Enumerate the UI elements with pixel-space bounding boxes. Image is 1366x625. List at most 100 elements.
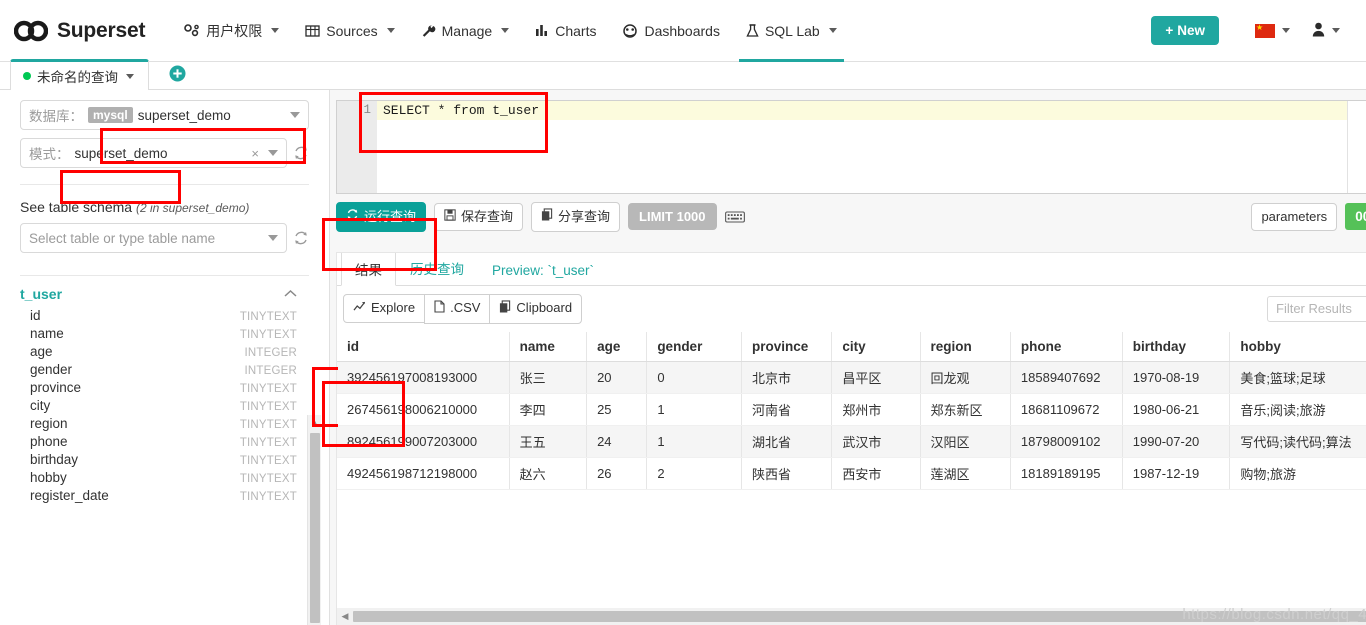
wrench-icon	[421, 24, 436, 38]
limit-dropdown[interactable]: LIMIT 1000	[628, 203, 717, 231]
scroll-left-arrow-icon[interactable]: ◀	[337, 611, 353, 622]
schema-select[interactable]: 模式： superset_demo ×	[20, 138, 287, 168]
results-table-cell: 河南省	[741, 393, 833, 426]
results-table-cell: 郑州市	[831, 393, 921, 426]
file-icon	[434, 300, 445, 318]
results-column-header[interactable]: gender	[646, 331, 742, 362]
brand-name: Superset	[57, 18, 146, 42]
see-table-schema-text: See table schema	[20, 199, 133, 215]
parameters-button[interactable]: parameters	[1251, 202, 1338, 232]
explore-button[interactable]: Explore	[343, 294, 426, 324]
results-table-cell: 25	[586, 393, 648, 426]
left-panel: 数据库： mysql superset_demo 模式： superset_de…	[0, 90, 330, 625]
results-column-header[interactable]: age	[586, 331, 648, 362]
results-table-cell: 18589407692	[1010, 361, 1123, 394]
table-column-row[interactable]: birthday TINYTEXT	[20, 450, 329, 468]
nav-item-sql-lab[interactable]: SQL Lab	[733, 0, 850, 62]
sql-code-area[interactable]: SELECT * from t_user	[377, 101, 1347, 193]
results-table-cell: 20	[586, 361, 648, 394]
results-tab[interactable]: 结果	[341, 252, 396, 286]
table-column-row[interactable]: register_date TINYTEXT	[20, 486, 329, 504]
nav-item-permissions[interactable]: 用户权限	[171, 0, 292, 62]
results-table-body: 392456197008193000 张三 20 0 北京市 昌平区 回龙观 18589407…	[337, 361, 1366, 490]
brand[interactable]: Superset	[14, 19, 145, 43]
share-query-label: 分享查询	[558, 208, 611, 224]
results-column-header[interactable]: birthday	[1122, 331, 1231, 362]
hscrollbar-thumb[interactable]	[353, 611, 1366, 622]
table-column-row[interactable]: province TINYTEXT	[20, 378, 329, 396]
table-column-row[interactable]: gender INTEGER	[20, 360, 329, 378]
user-menu[interactable]	[1304, 22, 1348, 40]
toolbar-right: parameters 00:00:00.25	[1251, 202, 1366, 232]
results-table-cell: 音乐;阅读;旅游	[1229, 393, 1366, 426]
results-horizontal-scrollbar[interactable]: ◀	[337, 608, 1366, 625]
column-type: TINYTEXT	[239, 454, 297, 467]
table-column-row[interactable]: age INTEGER	[20, 342, 329, 360]
table-column-row[interactable]: name TINYTEXT	[20, 324, 329, 342]
table-column-row[interactable]: id TINYTEXT	[20, 306, 329, 324]
scrollbar-thumb[interactable]	[310, 433, 320, 623]
clear-x-icon[interactable]: ×	[251, 146, 263, 161]
permissions-icon	[184, 23, 200, 38]
sql-active-line[interactable]: SELECT * from t_user	[377, 101, 1347, 120]
table-refresh-icon[interactable]	[293, 230, 309, 246]
column-name: hobby	[30, 469, 67, 485]
results-column-header[interactable]: city	[831, 331, 921, 362]
nav-item-sources[interactable]: Sources	[292, 0, 407, 62]
results-tab[interactable]: Preview: `t_user`	[478, 256, 608, 285]
table-column-row[interactable]: city TINYTEXT	[20, 396, 329, 414]
results-column-header[interactable]: id	[337, 331, 510, 362]
sql-text: SELECT * from t_user	[383, 103, 540, 118]
navbar-right: + New	[1151, 16, 1348, 45]
results-column-header[interactable]: region	[920, 331, 1011, 362]
share-query-button[interactable]: 分享查询	[531, 202, 621, 232]
editor-minimap[interactable]	[1347, 101, 1366, 193]
csv-button[interactable]: .CSV	[424, 293, 491, 324]
schema-refresh-icon[interactable]	[293, 145, 309, 161]
table-column-row[interactable]: region TINYTEXT	[20, 414, 329, 432]
save-query-button[interactable]: 保存查询	[434, 202, 524, 232]
filter-results-input[interactable]	[1267, 295, 1366, 322]
nav-item-dashboards[interactable]: Dashboards	[609, 0, 733, 62]
results-table: id name age gender province city region phone bi…	[337, 331, 1366, 490]
chevron-up-icon[interactable]	[284, 287, 297, 301]
results-table-cell: 王五	[509, 425, 588, 458]
left-panel-scrollbar[interactable]: ▲ ▼	[307, 415, 321, 625]
database-select[interactable]: 数据库： mysql superset_demo	[20, 100, 309, 130]
results-column-header[interactable]: phone	[1010, 331, 1123, 362]
results-table-cell: 购物;旅游	[1229, 457, 1366, 490]
query-tab-active[interactable]: 未命名的查询	[10, 59, 149, 90]
clipboard-button[interactable]: Clipboard	[489, 293, 583, 324]
new-button[interactable]: + New	[1151, 16, 1219, 45]
table-column-row[interactable]: hobby TINYTEXT	[20, 468, 329, 486]
results-tab[interactable]: 历史查询	[396, 253, 478, 285]
results-column-header[interactable]: name	[509, 331, 588, 362]
clipboard-icon	[499, 300, 511, 318]
nav-item-charts[interactable]: Charts	[522, 0, 609, 62]
results-table-cell: 892456199007203000	[337, 425, 510, 458]
sql-editor[interactable]: 1 SELECT * from t_user	[336, 100, 1366, 194]
results-table-row[interactable]: 892456199007203000 王五 24 1 湖北省 武汉市 汉阳区 18798009…	[337, 425, 1366, 458]
results-column-header[interactable]: hobby	[1229, 331, 1366, 362]
results-table-cell: 赵六	[509, 457, 588, 490]
nav-item-manage[interactable]: Manage	[408, 0, 523, 62]
language-selector[interactable]	[1247, 21, 1298, 38]
plus-circle-icon	[169, 65, 186, 85]
table-select[interactable]: Select table or type table name	[20, 223, 287, 253]
table-schema-header[interactable]: t_user	[20, 286, 329, 302]
results-table-row[interactable]: 392456197008193000 张三 20 0 北京市 昌平区 回龙观 18589407…	[337, 361, 1366, 394]
column-type: INTEGER	[244, 364, 297, 377]
results-column-header[interactable]: province	[741, 331, 833, 362]
results-table-cell: 267456198006210000	[337, 393, 510, 426]
results-table-row[interactable]: 492456198712198000 赵六 26 2 陕西省 西安市 莲湖区 18189189…	[337, 457, 1366, 490]
results-table-cell: 郑东新区	[920, 393, 1011, 426]
add-query-tab-button[interactable]	[169, 65, 186, 85]
run-query-button[interactable]: 运行查询	[336, 202, 427, 232]
results-table-cell: 26	[586, 457, 648, 490]
results-table-row[interactable]: 267456198006210000 李四 25 1 河南省 郑州市 郑东新区 1868110…	[337, 393, 1366, 426]
table-column-row[interactable]: phone TINYTEXT	[20, 432, 329, 450]
column-name: register_date	[30, 487, 109, 503]
keyboard-icon[interactable]	[724, 210, 745, 224]
parameters-label: parameters	[1261, 208, 1328, 224]
scroll-up-arrow-icon[interactable]: ▲	[310, 417, 319, 427]
